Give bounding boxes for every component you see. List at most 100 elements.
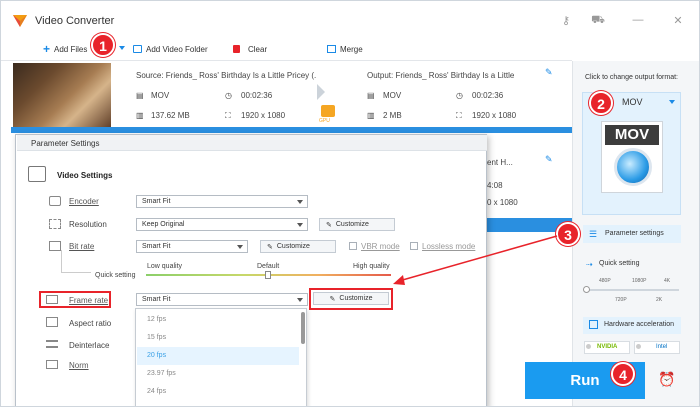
frame-rate-value: Smart Fit [142,296,171,303]
resolution-value: Keep Original [142,221,185,228]
fps-option-highlighted[interactable]: 20 fps [137,347,299,365]
row2-edit-icon[interactable]: ✎ [545,154,553,165]
resolution-label: Resolution [69,220,107,229]
bitrate-label: Bit rate [69,242,95,251]
quick-label-720p: 720P [615,297,627,303]
encoder-value: Smart Fit [142,198,171,205]
quick-setting-slider[interactable] [585,289,679,291]
merge-icon [327,45,336,53]
step-badge-2: 2 [589,91,613,115]
clear-button[interactable]: Clear [233,41,267,57]
bitrate-icon [49,241,61,251]
bitrate-customize-button[interactable]: ✎ Customize [260,240,336,253]
quick-setting-dialog-label: Quick setting [95,272,136,279]
nvidia-label: NVIDIA [597,344,618,350]
plus-icon: + [43,42,51,56]
edit-icon[interactable]: ✎ [545,67,553,78]
encoder-label: Encoder [69,197,99,206]
row2-res-tail: 0 x 1080 [487,198,518,207]
size-icon: ▥ [136,111,144,120]
output-resolution: 1920 x 1080 [472,111,517,120]
fps-option[interactable]: 23.97 fps [137,365,299,383]
format-dropdown-icon[interactable] [669,100,675,104]
clock-icon: ◷ [225,91,232,100]
deinterlace-icon [46,340,58,348]
fps-option[interactable]: 15 fps [137,329,299,347]
hardware-acceleration-label: Hardware acceleration [604,321,675,328]
encoder-select[interactable]: Smart Fit [136,195,308,208]
folder-icon [133,45,142,53]
key-icon[interactable]: ⚷ [557,14,575,27]
fps-option[interactable]: 24 fps [137,383,299,401]
quality-slider-handle[interactable] [265,271,271,279]
pencil-icon: ✎ [326,221,332,229]
chip-icon [589,320,598,329]
source-format-icon: ▤ [136,91,144,100]
quick-label-2k: 2K [656,297,663,303]
norm-label: Norm [69,361,89,370]
bitrate-connector [61,250,62,272]
selected-row-highlight [11,127,572,133]
quick-label-480p: 480P [599,278,611,284]
aspect-ratio-icon [46,317,58,327]
mov-label: MOV [605,125,659,145]
output-format: MOV [383,91,402,100]
resolution-select[interactable]: Keep Original [136,218,308,231]
vbr-mode-checkbox[interactable] [349,242,357,250]
output-title: Output: Friends_ Ross' Birthday Is a Lit… [367,71,517,80]
aspect-ratio-label: Aspect ratio [69,319,112,328]
quick-setting-icon: ⇢ [586,260,593,269]
bitrate-dropdown-icon [237,245,243,249]
close-icon[interactable]: ✕ [669,14,687,27]
encoder-dropdown-icon [297,200,303,204]
frame-rate-icon [46,295,58,304]
output-clock-icon: ◷ [456,91,463,100]
frame-rate-select[interactable]: Smart Fit [136,293,308,306]
intel-check-icon [636,344,641,349]
add-files-dropdown-icon[interactable] [119,46,125,50]
row2-title-tail: ent H... [487,158,513,167]
add-files-button[interactable]: + Add Files [43,41,87,57]
minimize-icon[interactable]: — [629,14,647,26]
alarm-clock-icon[interactable]: ⏰ [658,371,675,388]
cart-icon[interactable]: ⛟ [589,14,607,28]
frame-rate-label: Frame rate [69,296,109,305]
nvidia-check-icon [586,344,591,349]
output-duration: 00:02:36 [472,91,504,100]
dropdown-scrollbar[interactable] [301,312,305,344]
add-files-label: Add Files [54,44,88,54]
bitrate-connector-h [61,272,91,273]
output-size: 2 MB [383,111,402,120]
merge-button[interactable]: Merge [327,41,363,57]
add-video-folder-label: Add Video Folder [146,44,208,54]
gpu-label: GPU [319,118,330,124]
bitrate-customize-label: Customize [276,243,310,250]
frame-rate-dropdown-icon [297,298,303,302]
fps-option[interactable]: 12 fps [137,311,299,329]
quick-setting-handle[interactable] [583,286,590,293]
video-thumbnail [13,63,111,129]
video-settings-icon [28,166,46,182]
annotation-arrow-icon [393,235,558,285]
add-video-folder-button[interactable]: Add Video Folder [133,41,208,57]
deinterlace-label: Deinterlace [69,341,110,350]
source-size: 137.62 MB [151,111,190,120]
source-title: Source: Friends_ Ross' Birthday Is a Lit… [136,71,316,80]
low-quality-label: Low quality [147,263,183,270]
frame-rate-customize-button[interactable]: ✎ Customize [313,292,389,305]
resolution-icon: ⛶ [225,111,231,120]
quick-label-1080p: 1080P [632,278,647,284]
default-quality-label: Default [257,263,280,270]
intel-label: Intel [656,344,668,350]
frame-rate-pencil-icon: ✎ [329,295,336,303]
resolution-customize-button[interactable]: ✎ Customize [319,218,395,231]
clear-label: Clear [248,44,268,54]
resolution-setting-icon [49,219,61,229]
bitrate-select[interactable]: Smart Fit [136,240,248,253]
parameter-settings-label: Parameter settings [605,230,664,237]
video-settings-heading: Video Settings [57,171,113,180]
sliders-icon: ☰ [589,229,598,239]
source-duration: 00:02:36 [241,91,273,100]
dialog-title: Parameter Settings [17,135,487,151]
frame-rate-customize-label: Customize [339,295,373,302]
